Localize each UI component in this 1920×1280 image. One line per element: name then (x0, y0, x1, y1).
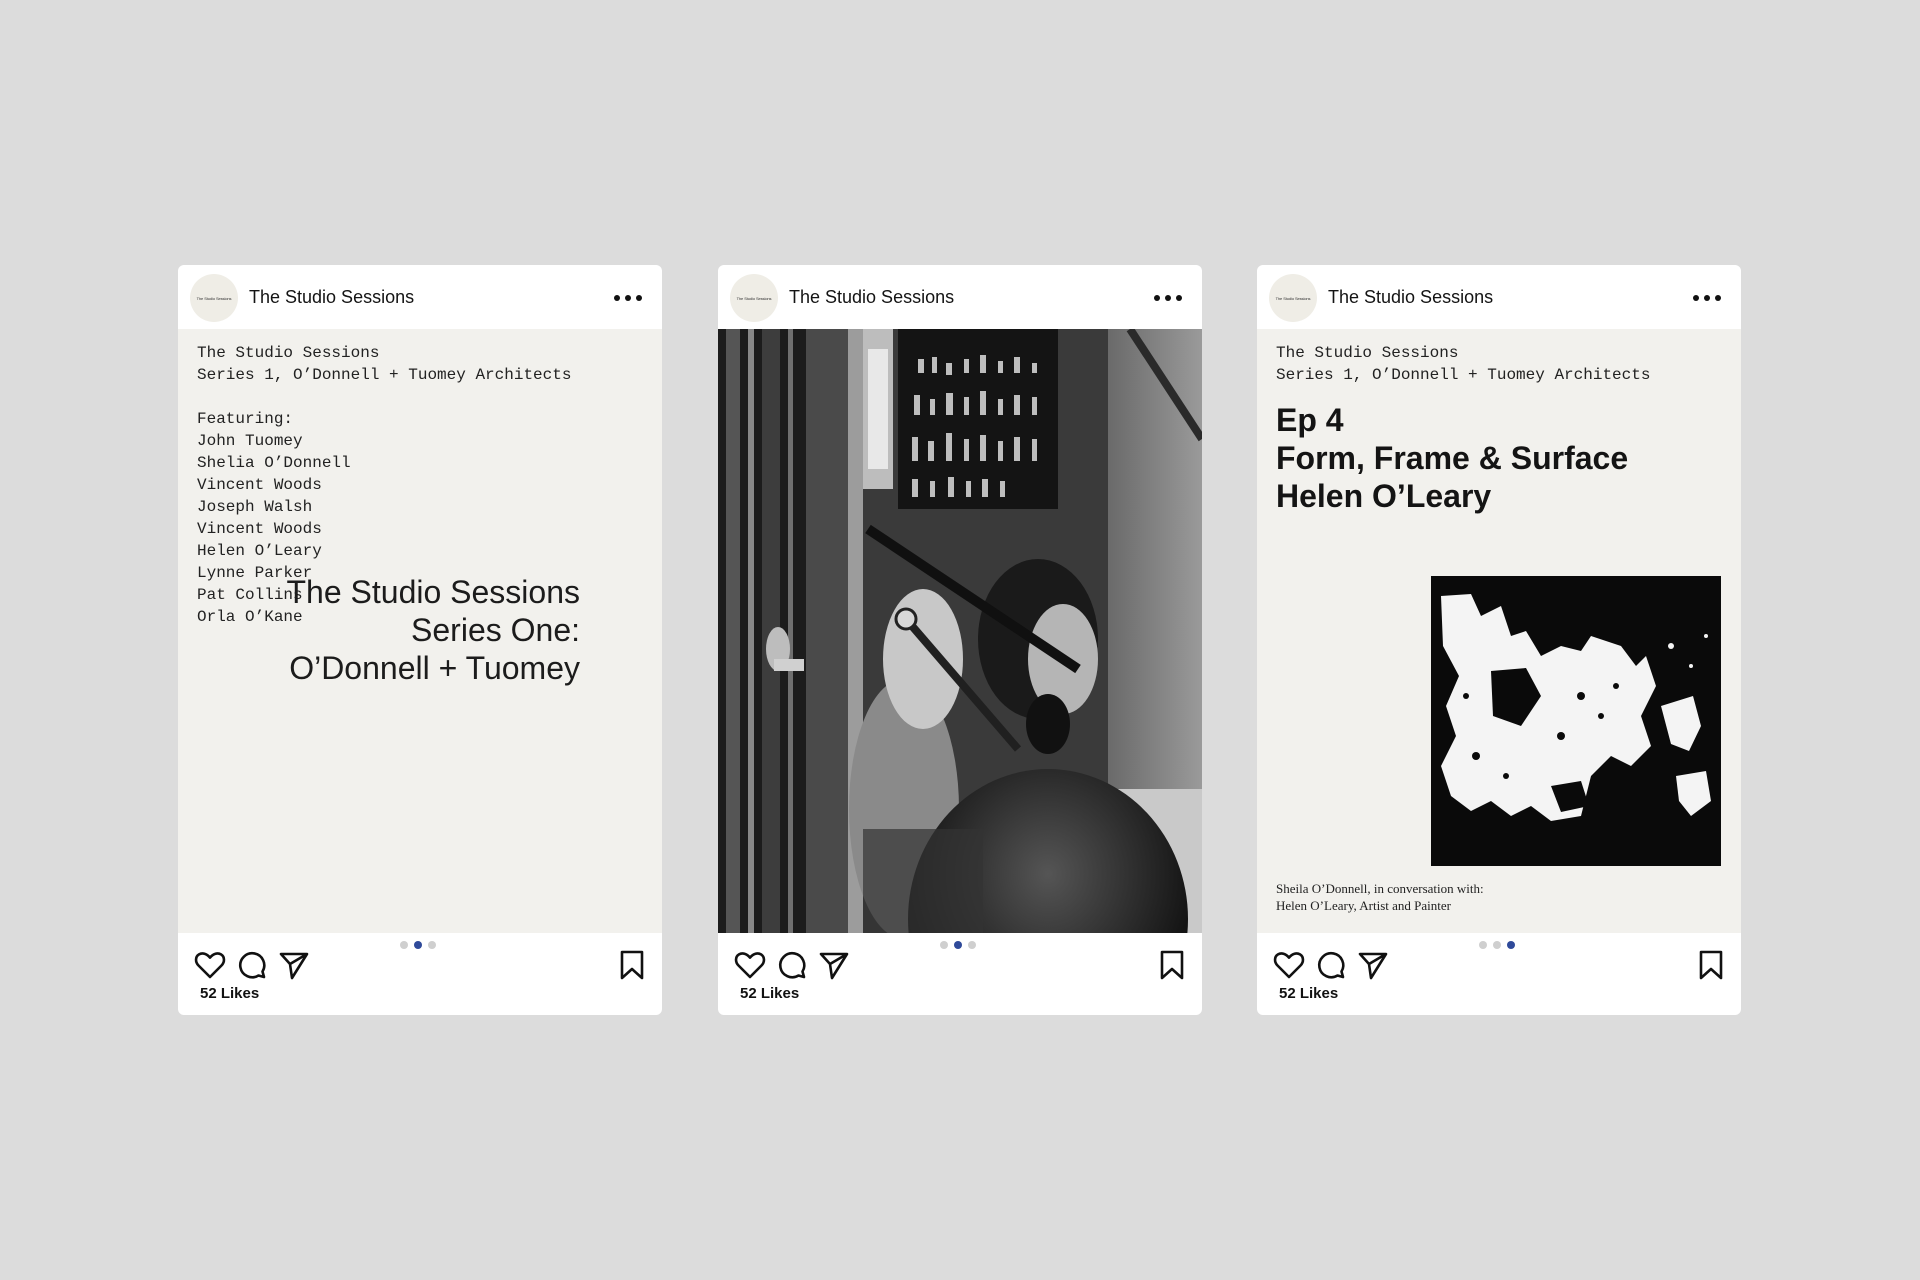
carousel-dot[interactable] (940, 941, 948, 949)
more-options-icon[interactable] (614, 295, 642, 303)
episode-title-line: Helen O’Leary (1276, 478, 1492, 514)
bookmark-icon[interactable] (1155, 948, 1189, 982)
carousel-dot-active[interactable] (954, 941, 962, 949)
carousel-dots (1479, 941, 1515, 949)
post-footer: 52 Likes (178, 933, 662, 1015)
avatar[interactable]: The Studio Sessions (1269, 274, 1317, 322)
heart-icon[interactable] (1272, 948, 1306, 982)
studio-photo (718, 329, 1202, 933)
post-footer: 52 Likes (1257, 933, 1741, 1015)
post-card-2: The Studio Sessions The Studio Sessions (718, 265, 1202, 1015)
carousel-dot-active[interactable] (414, 941, 422, 949)
carousel-dot[interactable] (400, 941, 408, 949)
intro-line: The Studio Sessions (197, 344, 380, 362)
intro-line: Series 1, O’Donnell + Tuomey Architects (1276, 366, 1651, 384)
post-media[interactable]: The Studio Sessions Series 1, O’Donnell … (178, 329, 662, 933)
post-card-3: The Studio Sessions The Studio Sessions … (1257, 265, 1741, 1015)
carousel-dot[interactable] (1493, 941, 1501, 949)
overlay-title-line: Series One: (411, 612, 580, 648)
post-header: The Studio Sessions The Studio Sessions (178, 265, 662, 329)
avatar[interactable]: The Studio Sessions (730, 274, 778, 322)
comment-icon[interactable] (1314, 948, 1348, 982)
intro-line: The Studio Sessions (1276, 344, 1459, 362)
episode-title-line: Form, Frame & Surface (1276, 440, 1629, 476)
post-card-1: The Studio Sessions The Studio Sessions … (178, 265, 662, 1015)
comment-icon[interactable] (775, 948, 809, 982)
likes-count[interactable]: 52 Likes (200, 985, 259, 1002)
account-name[interactable]: The Studio Sessions (249, 287, 414, 308)
overlay-title-line: O’Donnell + Tuomey (289, 650, 580, 686)
post-media[interactable] (718, 329, 1202, 933)
heart-icon[interactable] (733, 948, 767, 982)
carousel-dots (400, 941, 436, 949)
comment-icon[interactable] (235, 948, 269, 982)
featuring-item: Helen O’Leary (197, 542, 322, 560)
artwork-image (1431, 576, 1721, 866)
account-name[interactable]: The Studio Sessions (789, 287, 954, 308)
caption-line: Helen O’Leary, Artist and Painter (1276, 898, 1451, 913)
caption-text: Sheila O’Donnell, in conversation with: … (1276, 880, 1484, 914)
share-icon[interactable] (1356, 948, 1390, 982)
share-icon[interactable] (817, 948, 851, 982)
more-options-icon[interactable] (1154, 295, 1182, 303)
carousel-dot[interactable] (968, 941, 976, 949)
featuring-item: Joseph Walsh (197, 498, 313, 516)
episode-title: Ep 4 Form, Frame & Surface Helen O’Leary (1276, 401, 1628, 515)
more-options-icon[interactable] (1693, 295, 1721, 303)
account-name[interactable]: The Studio Sessions (1328, 287, 1493, 308)
intro-line: Series 1, O’Donnell + Tuomey Architects (197, 366, 572, 384)
likes-count[interactable]: 52 Likes (1279, 985, 1338, 1002)
featuring-item: Vincent Woods (197, 520, 322, 538)
post-footer: 52 Likes (718, 933, 1202, 1015)
post-header: The Studio Sessions The Studio Sessions (718, 265, 1202, 329)
intro-text: The Studio Sessions Series 1, O’Donnell … (1276, 342, 1650, 386)
avatar-logo-text: The Studio Sessions (1275, 295, 1311, 301)
carousel-dot[interactable] (1479, 941, 1487, 949)
caption-line: Sheila O’Donnell, in conversation with: (1276, 881, 1484, 896)
overlay-title: The Studio Sessions Series One: O’Donnel… (178, 573, 581, 687)
carousel-dot-active[interactable] (1507, 941, 1515, 949)
episode-title-line: Ep 4 (1276, 402, 1344, 438)
likes-count[interactable]: 52 Likes (740, 985, 799, 1002)
avatar[interactable]: The Studio Sessions (190, 274, 238, 322)
bookmark-icon[interactable] (615, 948, 649, 982)
carousel-dots (940, 941, 976, 949)
avatar-logo-text: The Studio Sessions (736, 295, 772, 301)
post-media[interactable]: The Studio Sessions Series 1, O’Donnell … (1257, 329, 1741, 933)
share-icon[interactable] (277, 948, 311, 982)
featuring-item: Shelia O’Donnell (197, 454, 351, 472)
featuring-item: Vincent Woods (197, 476, 322, 494)
avatar-logo-text: The Studio Sessions (196, 295, 232, 301)
bookmark-icon[interactable] (1694, 948, 1728, 982)
featuring-heading: Featuring: (197, 410, 294, 428)
featuring-item: John Tuomey (197, 432, 303, 450)
intro-text: The Studio Sessions Series 1, O’Donnell … (197, 342, 571, 386)
heart-icon[interactable] (193, 948, 227, 982)
post-header: The Studio Sessions The Studio Sessions (1257, 265, 1741, 329)
carousel-dot[interactable] (428, 941, 436, 949)
overlay-title-line: The Studio Sessions (286, 574, 581, 610)
